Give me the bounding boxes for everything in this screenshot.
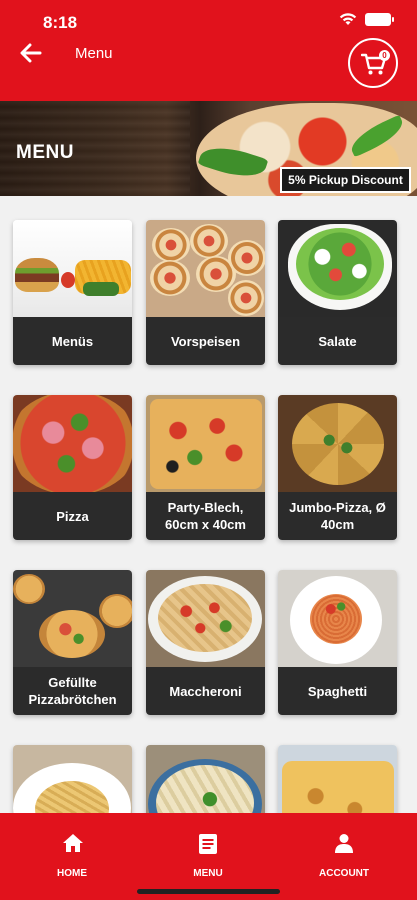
category-label: Spaghetti <box>278 667 397 715</box>
pizzabroetchen-photo <box>13 570 132 667</box>
category-label: Jumbo-Pizza, Ø 40cm <box>278 492 397 540</box>
app-screen: 8:18 Menu 0 MENU 5% Pickup Discount Menü… <box>0 0 417 900</box>
back-button[interactable] <box>20 43 44 65</box>
nav-home[interactable]: HOME <box>17 813 127 900</box>
category-label: Maccheroni <box>146 667 265 715</box>
category-card-jumbo-pizza[interactable]: Jumbo-Pizza, Ø 40cm <box>278 395 397 540</box>
status-icons <box>339 13 394 26</box>
menu-list-icon <box>199 834 217 854</box>
app-header: 8:18 Menu 0 <box>0 0 417 101</box>
banner-title: MENU <box>16 142 74 163</box>
battery-icon <box>365 13 394 26</box>
category-card-maccheroni[interactable]: Maccheroni <box>146 570 265 715</box>
category-card-menus[interactable]: Menüs <box>13 220 132 365</box>
page-title: Menu <box>75 45 113 62</box>
status-time: 8:18 <box>43 13 78 32</box>
cart-count-badge: 0 <box>379 50 390 61</box>
nav-account[interactable]: ACCOUNT <box>289 813 399 900</box>
cart-button[interactable]: 0 <box>348 38 398 88</box>
category-card-gefuellte-pizzabroetchen[interactable]: Gefüllte Pizzabrötchen <box>13 570 132 715</box>
nav-menu-label: MENU <box>193 868 223 879</box>
pickup-discount-badge: 5% Pickup Discount <box>280 167 411 193</box>
spaghetti-photo <box>278 570 397 667</box>
vorspeisen-photo <box>146 220 265 317</box>
category-card-salate[interactable]: Salate <box>278 220 397 365</box>
maccheroni-photo <box>146 570 265 667</box>
nav-home-label: HOME <box>57 868 87 879</box>
user-icon <box>335 834 353 853</box>
category-card-vorspeisen[interactable]: Vorspeisen <box>146 220 265 365</box>
jumbo-pizza-photo <box>278 395 397 492</box>
home-indicator <box>137 889 280 894</box>
category-label: Gefüllte Pizzabrötchen <box>13 667 132 715</box>
menus-photo <box>13 220 132 317</box>
nav-menu[interactable]: MENU <box>153 813 263 900</box>
category-label: Menüs <box>13 317 132 365</box>
pizza-photo <box>13 395 132 495</box>
bottom-navigation: HOME MENU ACCOUNT <box>0 813 417 900</box>
salate-photo <box>278 220 397 317</box>
category-label: Pizza <box>13 492 132 540</box>
party-blech-photo <box>146 395 265 492</box>
category-card-pizza[interactable]: Pizza <box>13 395 132 540</box>
menu-banner: MENU 5% Pickup Discount <box>0 101 417 196</box>
home-icon <box>63 834 83 852</box>
category-card-spaghetti[interactable]: Spaghetti <box>278 570 397 715</box>
nav-account-label: ACCOUNT <box>319 868 369 879</box>
category-label: Party-Blech, 60cm x 40cm <box>146 492 265 540</box>
wifi-icon <box>339 13 357 26</box>
arrow-left-icon <box>20 43 42 63</box>
category-label: Vorspeisen <box>146 317 265 365</box>
category-card-party-blech[interactable]: Party-Blech, 60cm x 40cm <box>146 395 265 540</box>
category-label: Salate <box>278 317 397 365</box>
